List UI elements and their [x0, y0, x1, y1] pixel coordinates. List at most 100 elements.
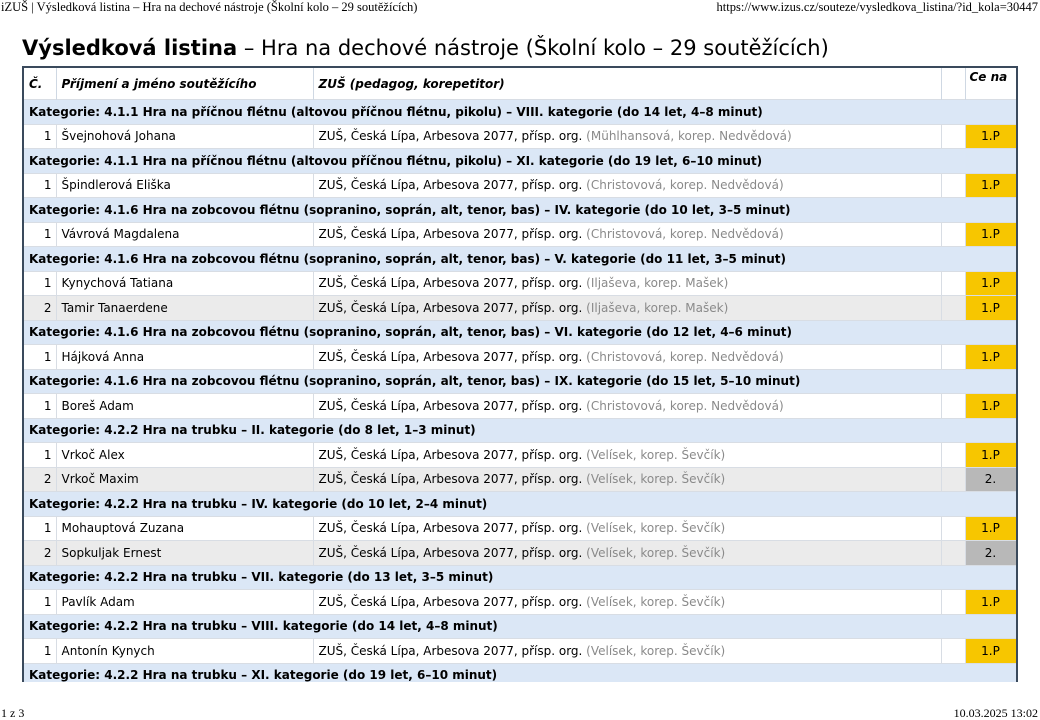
empty-cell — [941, 270, 966, 296]
table-row[interactable]: 2 Sopkuljak Ernest ZUŠ, Česká Lípa, Arbeso… — [24, 540, 1016, 565]
contestant-name: Hájková Anna — [56, 344, 314, 369]
contestant-name: Boreš Adam — [56, 393, 314, 418]
row-number: 1 — [24, 123, 57, 149]
category-row: Kategorie: 4.2.2 Hra na trubku – VIII. k… — [24, 613, 1016, 639]
contestant-name: Špindlerová Eliška — [56, 172, 314, 198]
school-cell: ZUŠ, Česká Lípa, Arbesova 2077, přísp. o… — [313, 344, 942, 369]
table-row[interactable]: 1 Vrkoč Alex ZUŠ, Česká Lípa, Arbesova 207… — [24, 442, 1016, 467]
school-cell: ZUŠ, Česká Lípa, Arbesova 2077, přísp. o… — [313, 515, 942, 541]
category-label: Kategorie: 4.1.6 Hra na zobcovou flétnu … — [24, 197, 1016, 222]
col-header-name[interactable]: Příjmení a jméno soutěžícího — [56, 68, 314, 100]
table-row[interactable]: 1 Antonín Kynych ZUŠ, Česká Lípa, Arbesova… — [24, 638, 1016, 663]
teacher-accompanist: (Velísek, korep. Ševčík) — [586, 447, 726, 462]
table-header-row: Č. Příjmení a jméno soutěžícího ZUŠ (ped… — [24, 68, 1016, 100]
school-cell: ZUŠ, Česká Lípa, Arbesova 2077, přísp. o… — [313, 221, 942, 247]
results-table-container: Č. Příjmení a jméno soutěžícího ZUŠ (ped… — [22, 66, 1018, 682]
table-row[interactable]: 1 Kynychová Tatiana ZUŠ, Česká Lípa, Arbes… — [24, 270, 1016, 296]
row-number: 1 — [24, 638, 57, 663]
teacher-accompanist: (Velísek, korep. Ševčík) — [586, 643, 726, 658]
row-number: 2 — [24, 466, 57, 492]
school-name: ZUŠ, Česká Lípa, Arbesova 2077, přísp. o… — [318, 643, 583, 658]
print-header-url: https://www.izus.cz/souteze/vysledkova_l… — [716, 0, 1038, 14]
category-label: Kategorie: 4.2.2 Hra na trubku – II. kat… — [24, 417, 1016, 443]
teacher-accompanist: (Velísek, korep. Ševčík) — [586, 521, 726, 536]
school-cell: ZUŠ, Česká Lípa, Arbesova 2077, přísp. o… — [313, 172, 942, 198]
school-cell: ZUŠ, Česká Lípa, Arbesova 2077, přísp. o… — [313, 123, 942, 149]
row-number: 1 — [24, 221, 57, 247]
col-header-prize[interactable]: Ce na — [965, 68, 1016, 100]
table-row[interactable]: 1 Vávrová Magdalena ZUŠ, Česká Lípa, Arbes… — [24, 221, 1016, 247]
category-label: Kategorie: 4.2.2 Hra na trubku – XI. kat… — [24, 662, 1016, 682]
school-cell: ZUŠ, Česká Lípa, Arbesova 2077, přísp. o… — [313, 589, 942, 614]
contestant-name: Mohauptová Zuzana — [56, 515, 314, 541]
school-cell: ZUŠ, Česká Lípa, Arbesova 2077, přísp. o… — [313, 270, 942, 296]
row-number: 1 — [24, 393, 57, 418]
category-label: Kategorie: 4.1.6 Hra na zobcovou flétnu … — [24, 368, 1016, 394]
teacher-accompanist: (Mühlhansová, korep. Nedvědová) — [586, 129, 792, 144]
prize-badge: 2. — [965, 540, 1016, 565]
prize-badge: 1.P — [965, 295, 1016, 320]
teacher-accompanist: (Velísek, korep. Ševčík) — [586, 472, 726, 487]
prize-badge: 1.P — [965, 344, 1016, 369]
school-cell: ZUŠ, Česká Lípa, Arbesova 2077, přísp. o… — [313, 393, 942, 418]
row-number: 1 — [24, 589, 57, 614]
school-name: ZUŠ, Česká Lípa, Arbesova 2077, přísp. o… — [318, 349, 583, 364]
table-row[interactable]: 1 Boreš Adam ZUŠ, Česká Lípa, Arbesova 207… — [24, 393, 1016, 418]
teacher-accompanist: (Christovová, korep. Nedvědová) — [586, 227, 784, 242]
teacher-accompanist: (Velísek, korep. Ševčík) — [586, 594, 726, 609]
empty-cell — [941, 638, 966, 663]
category-row: Kategorie: 4.1.1 Hra na příčnou flétnu (… — [24, 99, 1016, 124]
row-number: 1 — [24, 270, 57, 296]
contestant-name: Vrkoč Alex — [56, 442, 314, 467]
school-name: ZUŠ, Česká Lípa, Arbesova 2077, přísp. o… — [318, 472, 583, 487]
page-title-rest: – Hra na dechové nástroje (Školní kolo –… — [237, 36, 829, 60]
category-label: Kategorie: 4.2.2 Hra na trubku – VII. ka… — [24, 564, 1016, 590]
empty-cell — [941, 442, 966, 467]
print-footer-page: 1 z 3 — [1, 706, 25, 720]
prize-badge: 1.P — [965, 221, 1016, 247]
row-number: 1 — [24, 515, 57, 541]
school-name: ZUŠ, Česká Lípa, Arbesova 2077, přísp. o… — [318, 398, 583, 413]
row-number: 1 — [24, 172, 57, 198]
table-row[interactable]: 1 Mohauptová Zuzana ZUŠ, Česká Lípa, Arbes… — [24, 515, 1016, 541]
category-row: Kategorie: 4.1.1 Hra na příčnou flétnu (… — [24, 148, 1016, 173]
table-row[interactable]: 2 Tamir Tanaerdene ZUŠ, Česká Lípa, Arbeso… — [24, 295, 1016, 320]
table-row[interactable]: 1 Švejnohová Johana ZUŠ, Česká Lípa, Arbes… — [24, 123, 1016, 149]
empty-cell — [941, 344, 966, 369]
col-header-school[interactable]: ZUŠ (pedagog, korepetitor) — [313, 68, 942, 100]
prize-badge: 1.P — [965, 393, 1016, 418]
teacher-accompanist: (Christovová, korep. Nedvědová) — [586, 349, 784, 364]
school-cell: ZUŠ, Česká Lípa, Arbesova 2077, přísp. o… — [313, 540, 942, 565]
table-row[interactable]: 1 Špindlerová Eliška ZUŠ, Česká Lípa, Arbe… — [24, 172, 1016, 198]
table-row[interactable]: 1 Hájková Anna ZUŠ, Česká Lípa, Arbesova 2… — [24, 344, 1016, 369]
contestant-name: Vrkoč Maxim — [56, 466, 314, 492]
row-number: 2 — [24, 540, 57, 565]
row-number: 2 — [24, 295, 57, 320]
col-header-empty — [941, 68, 966, 100]
school-name: ZUŠ, Česká Lípa, Arbesova 2077, přísp. o… — [318, 178, 583, 193]
school-name: ZUŠ, Česká Lípa, Arbesova 2077, přísp. o… — [318, 276, 583, 291]
empty-cell — [941, 393, 966, 418]
table-row[interactable]: 2 Vrkoč Maxim ZUŠ, Česká Lípa, Arbesova 20… — [24, 466, 1016, 492]
empty-cell — [941, 515, 966, 541]
row-number: 1 — [24, 442, 57, 467]
teacher-accompanist: (Velísek, korep. Ševčík) — [586, 545, 726, 560]
print-header: iZUŠ | Výsledková listina – Hra na decho… — [0, 0, 1040, 16]
print-header-title: iZUŠ | Výsledková listina – Hra na decho… — [1, 0, 418, 14]
table-body: Kategorie: 4.1.1 Hra na příčnou flétnu (… — [24, 99, 1016, 682]
row-number: 1 — [24, 344, 57, 369]
page-title: Výsledková listina – Hra na dechové nást… — [22, 33, 829, 63]
contestant-name: Sopkuljak Ernest — [56, 540, 314, 565]
school-name: ZUŠ, Česká Lípa, Arbesova 2077, přísp. o… — [318, 129, 583, 144]
school-name: ZUŠ, Česká Lípa, Arbesova 2077, přísp. o… — [318, 447, 583, 462]
school-name: ZUŠ, Česká Lípa, Arbesova 2077, přísp. o… — [318, 521, 583, 536]
col-header-number[interactable]: Č. — [24, 68, 57, 100]
category-label: Kategorie: 4.1.1 Hra na příčnou flétnu (… — [24, 99, 1016, 124]
prize-badge: 1.P — [965, 172, 1016, 198]
prize-badge: 1.P — [965, 515, 1016, 541]
print-footer: 1 z 3 10.03.2025 13:02 — [0, 706, 1040, 720]
school-name: ZUŠ, Česká Lípa, Arbesova 2077, přísp. o… — [318, 227, 583, 242]
table-row[interactable]: 1 Pavlík Adam ZUŠ, Česká Lípa, Arbesova 20… — [24, 589, 1016, 614]
empty-cell — [941, 123, 966, 149]
empty-cell — [941, 295, 966, 320]
